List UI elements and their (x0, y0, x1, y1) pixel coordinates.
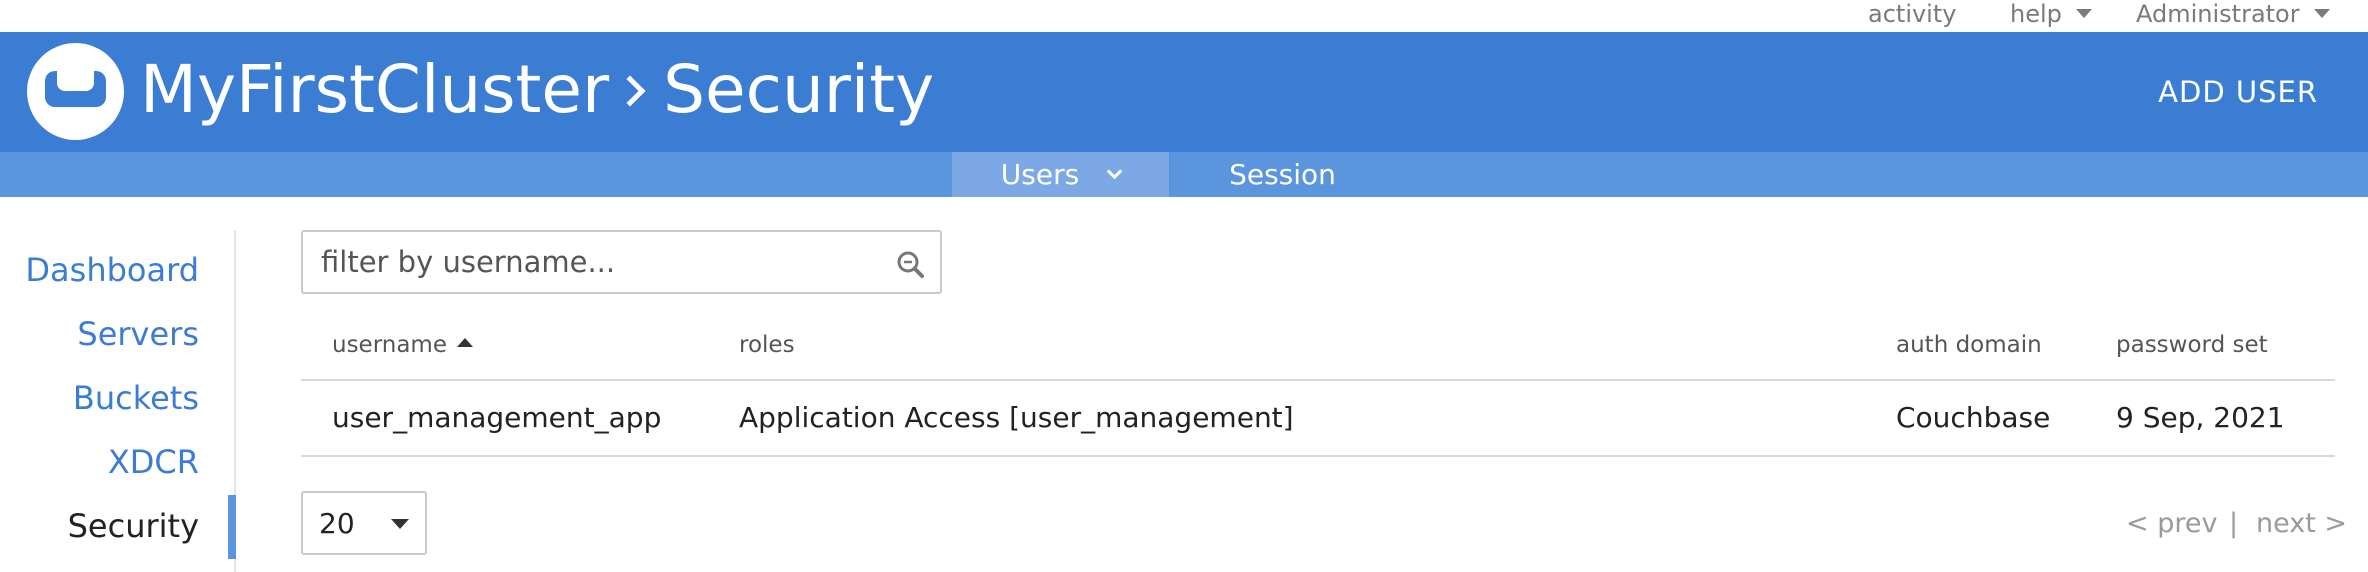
help-menu[interactable]: help (2010, 0, 2092, 28)
column-header-password-set: password set (2116, 332, 2268, 358)
logo-mark (45, 71, 106, 107)
tab-session[interactable]: Session (1170, 152, 1395, 197)
table-row-divider (301, 455, 2335, 457)
section-name: Security (663, 51, 935, 128)
sidebar-item-dashboard[interactable]: Dashboard (25, 248, 199, 292)
add-user-button[interactable]: ADD USER (2158, 72, 2318, 112)
chevron-down-icon (1106, 163, 1123, 180)
tab-users[interactable]: Users (952, 152, 1169, 197)
cell-roles: Application Access [user_management] (739, 401, 1294, 434)
help-caret-icon (2075, 8, 2092, 18)
sidebar-item-security[interactable]: Security (68, 504, 199, 548)
table-row[interactable]: user_management_app Application Access [… (301, 381, 2335, 455)
cell-username: user_management_app (332, 401, 662, 434)
couchbase-logo-icon[interactable] (27, 43, 124, 140)
cell-password-set: 9 Sep, 2021 (2116, 401, 2285, 434)
sidebar-item-buckets[interactable]: Buckets (73, 376, 199, 420)
sidebar-active-indicator (228, 495, 236, 559)
filter-username-input[interactable] (321, 242, 881, 282)
column-header-username[interactable]: username (332, 330, 473, 360)
sidebar-item-servers[interactable]: Servers (77, 312, 199, 356)
pager-separator: | (2229, 508, 2239, 539)
utility-bar: activity help Administrator (0, 0, 2368, 32)
sidebar: Dashboard Servers Buckets XDCR Security (0, 230, 236, 572)
help-label: help (2010, 0, 2062, 28)
filter-box (301, 230, 942, 294)
cell-auth-domain: Couchbase (1896, 401, 2051, 434)
search-icon[interactable] (896, 250, 924, 278)
dropdown-caret-icon (391, 519, 409, 529)
sort-ascending-icon (457, 338, 473, 347)
tab-users-label: Users (1000, 158, 1080, 191)
page-size-select[interactable]: 20 (301, 491, 427, 555)
user-menu-label: Administrator (2136, 0, 2300, 28)
user-menu[interactable]: Administrator (2136, 0, 2330, 28)
next-page-link[interactable]: next > (2256, 507, 2347, 541)
prev-page-link[interactable]: < prev (2126, 507, 2217, 541)
cluster-name[interactable]: MyFirstCluster (140, 51, 609, 128)
column-header-username-label: username (332, 332, 447, 358)
page-size-value: 20 (319, 507, 355, 540)
sub-navigation: Users Session (0, 152, 2368, 197)
sidebar-item-xdcr[interactable]: XDCR (108, 440, 199, 484)
app-header: MyFirstCluster Security ADD USER (0, 32, 2368, 152)
user-menu-caret-icon (2313, 8, 2330, 18)
column-header-auth-domain: auth domain (1896, 332, 2042, 358)
activity-link[interactable]: activity (1868, 0, 1956, 28)
column-header-roles: roles (739, 332, 795, 358)
page-title: MyFirstCluster Security (140, 50, 934, 130)
breadcrumb-chevron-icon (614, 75, 646, 107)
